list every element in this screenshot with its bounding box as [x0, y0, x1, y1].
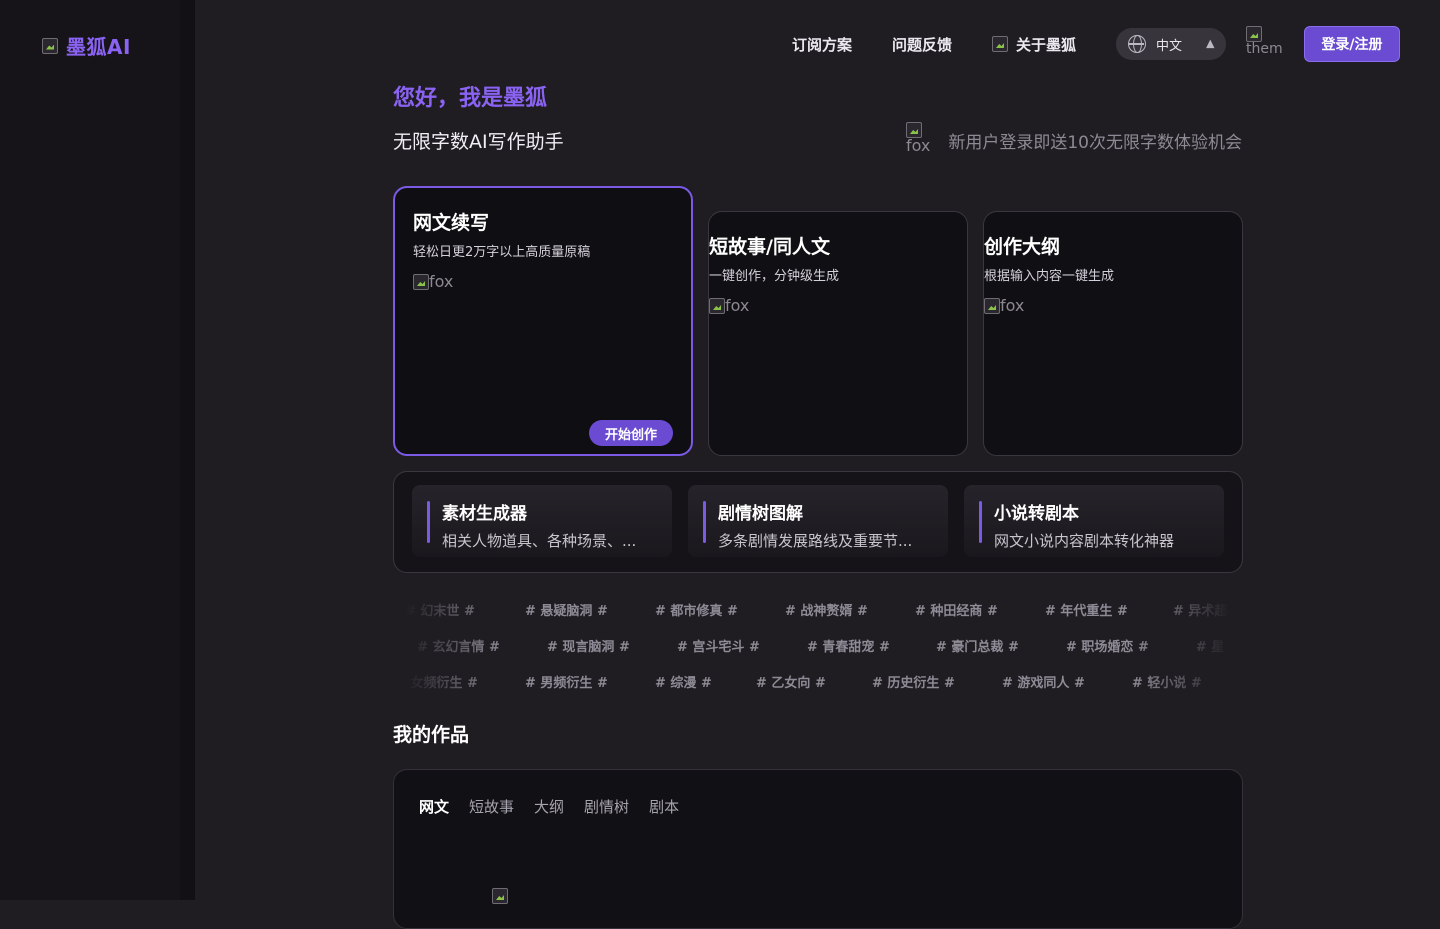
- hero-subtitle: 无限字数AI写作助手: [393, 131, 564, 153]
- genre-tag[interactable]: # 战神赘婿 #: [785, 600, 868, 619]
- login-button[interactable]: 登录/注册: [1304, 26, 1400, 62]
- genre-tags: # 幻末世 # # 悬疑脑洞 # # 都市修真 # # 战神赘婿 # # 种田经…: [405, 596, 1231, 696]
- card-image-alt: fox: [429, 272, 454, 291]
- genre-tag[interactable]: # 轻小说 #: [1132, 672, 1202, 691]
- genre-tag[interactable]: # 女频衍生 #: [405, 672, 478, 691]
- my-works-panel: 网文 短故事 大纲 剧情树 剧本: [393, 769, 1243, 929]
- card-desc: 一键创作，分钟级生成: [709, 269, 840, 284]
- promo-banner: fox 新用户登录即送10次无限字数体验机会: [905, 122, 1242, 155]
- nav-about[interactable]: 关于墨狐: [991, 34, 1076, 55]
- genre-tag[interactable]: # 都市修真 #: [655, 600, 738, 619]
- tab-plot-tree[interactable]: 剧情树: [584, 796, 629, 817]
- genre-tag[interactable]: # 星: [1196, 636, 1224, 655]
- tab-short-story[interactable]: 短故事: [469, 796, 514, 817]
- tool-title: 剧情树图解: [718, 504, 803, 524]
- card-web-novel[interactable]: 网文续写 轻松日更2万字以上高质量原稿 fox 开始创作: [393, 186, 693, 456]
- tool-title: 素材生成器: [442, 504, 527, 524]
- language-selector[interactable]: 中文 ▼: [1116, 28, 1226, 60]
- language-label: 中文: [1156, 38, 1183, 54]
- card-title: 创作大纲: [984, 236, 1061, 258]
- fox-image-icon: [709, 298, 725, 314]
- tool-desc: 网文小说内容剧本转化神器: [994, 532, 1175, 550]
- my-works-title: 我的作品: [393, 724, 470, 746]
- tool-material-generator[interactable]: 素材生成器 相关人物道具、各种场景、...: [412, 485, 672, 557]
- theme-image-icon: [1246, 26, 1262, 42]
- genre-tag[interactable]: # 青春甜宠 #: [807, 636, 890, 655]
- promo-text: 新用户登录即送10次无限字数体验机会: [948, 133, 1242, 153]
- tools-panel: 素材生成器 相关人物道具、各种场景、... 剧情树图解 多条剧情发展路线及重要节…: [393, 471, 1243, 573]
- nav-feedback[interactable]: 问题反馈: [892, 34, 952, 55]
- card-image-alt: fox: [725, 296, 750, 315]
- card-title: 短故事/同人文: [709, 236, 830, 258]
- genre-tag[interactable]: # 宫斗宅斗 #: [677, 636, 760, 655]
- card-title: 网文续写: [413, 212, 490, 234]
- card-image: fox: [709, 298, 967, 314]
- nav-about-label: 关于墨狐: [1015, 35, 1076, 54]
- card-short-story[interactable]: 短故事/同人文 一键创作，分钟级生成 fox: [708, 211, 968, 456]
- tool-plot-tree[interactable]: 剧情树图解 多条剧情发展路线及重要节...: [688, 485, 948, 557]
- card-image-alt: fox: [1000, 296, 1025, 315]
- globe-icon: [1128, 35, 1146, 53]
- theme-toggle[interactable]: theme: [1246, 26, 1286, 62]
- logo-image-icon: [42, 37, 58, 54]
- works-tabs: 网文 短故事 大纲 剧情树 剧本: [419, 796, 679, 817]
- card-outline[interactable]: 创作大纲 根据输入内容一键生成 fox: [983, 211, 1243, 456]
- brand-logo[interactable]: 墨狐AI: [42, 31, 131, 60]
- tab-script[interactable]: 剧本: [649, 796, 679, 817]
- card-desc: 根据输入内容一键生成: [984, 269, 1115, 284]
- card-image: fox: [984, 298, 1242, 314]
- fox-image-icon: [413, 274, 429, 290]
- genre-tag[interactable]: # 年代重生 #: [1045, 600, 1128, 619]
- tool-novel-to-script[interactable]: 小说转剧本 网文小说内容剧本转化神器: [964, 485, 1224, 557]
- card-desc: 轻松日更2万字以上高质量原稿: [413, 245, 591, 260]
- promo-fox-alt: fox: [905, 136, 931, 155]
- genre-tag[interactable]: # 乙女向 #: [756, 672, 826, 691]
- chevron-up-icon: ▼: [1205, 37, 1214, 51]
- fox-image-icon: [984, 298, 1000, 314]
- genre-tag[interactable]: # 男频衍生 #: [525, 672, 608, 691]
- genre-tag[interactable]: # 豪门总裁 #: [936, 636, 1019, 655]
- tool-title: 小说转剧本: [994, 504, 1079, 524]
- genre-tag[interactable]: # 综漫 #: [655, 672, 712, 691]
- start-creating-button[interactable]: 开始创作: [589, 420, 673, 446]
- genre-tag[interactable]: # 职场婚恋 #: [1066, 636, 1149, 655]
- genre-tag[interactable]: # 幻末世 #: [405, 600, 475, 619]
- top-navigation: 订阅方案 问题反馈 关于墨狐 中文 ▼ theme 登录/注册: [792, 26, 1400, 62]
- tool-desc: 相关人物道具、各种场景、...: [442, 532, 637, 550]
- about-image-icon: [991, 36, 1008, 52]
- genre-tag[interactable]: # 历史衍生 #: [872, 672, 955, 691]
- promo-fox-image: fox: [905, 122, 931, 155]
- theme-alt-text: theme: [1246, 42, 1282, 56]
- sidebar: [0, 0, 180, 900]
- genre-tag[interactable]: # 悬疑脑洞 #: [525, 600, 608, 619]
- brand-name: 墨狐AI: [66, 35, 131, 59]
- empty-state-image-icon: [492, 888, 508, 904]
- card-image: fox: [413, 274, 673, 290]
- tab-outline[interactable]: 大纲: [534, 796, 564, 817]
- nav-subscribe[interactable]: 订阅方案: [792, 34, 852, 55]
- genre-tag[interactable]: # 游戏同人 #: [1002, 672, 1085, 691]
- sidebar-divider: [180, 0, 195, 900]
- greeting-title: 您好，我是墨狐: [393, 86, 548, 111]
- tab-web-novel[interactable]: 网文: [419, 796, 449, 817]
- fox-image-icon: [905, 122, 922, 138]
- genre-tag[interactable]: # 异术超: [1173, 600, 1227, 619]
- genre-tag[interactable]: # 现言脑洞 #: [547, 636, 630, 655]
- tool-desc: 多条剧情发展路线及重要节...: [718, 532, 913, 550]
- genre-tag[interactable]: # 玄幻言情 #: [417, 636, 500, 655]
- genre-tag[interactable]: # 种田经商 #: [915, 600, 998, 619]
